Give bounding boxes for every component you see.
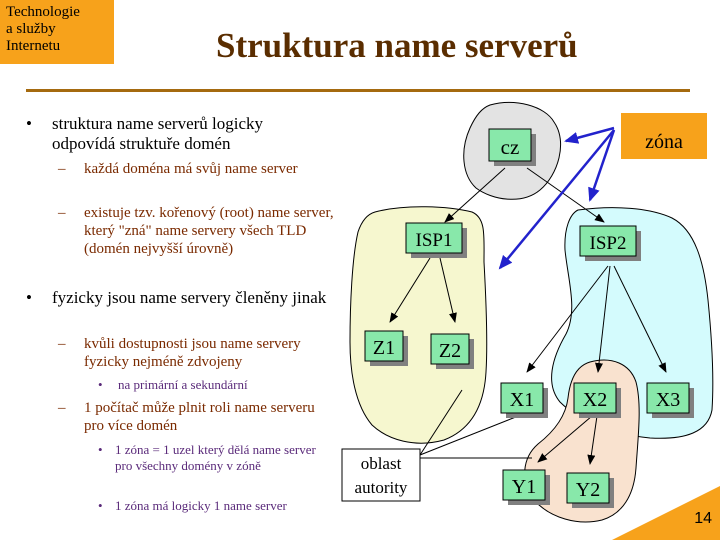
svg-text:X2: X2 — [583, 389, 607, 411]
svg-text:Y2: Y2 — [576, 479, 600, 501]
node-y2: Y2 — [566, 472, 614, 508]
svg-text:zóna: zóna — [645, 131, 683, 153]
page-number: 14 — [694, 510, 712, 527]
node-x1: X1 — [500, 382, 548, 418]
node-z1: Z1 — [364, 330, 408, 366]
name-server-zone-diagram: cz ISP1 ISP2 Z1 Z2 X1 X2 X3 Y1 Y2 zóna o… — [341, 101, 720, 540]
svg-text:Y1: Y1 — [512, 476, 536, 498]
svg-text:ISP1: ISP1 — [416, 230, 453, 251]
node-z2: Z2 — [430, 333, 474, 369]
node-isp1: ISP1 — [405, 222, 467, 258]
zone-pointer-isp2 — [588, 129, 616, 202]
svg-text:autority: autority — [355, 478, 408, 497]
zone-label: zóna — [621, 113, 707, 159]
node-x2: X2 — [573, 382, 621, 418]
svg-text:ISP2: ISP2 — [590, 233, 627, 254]
svg-text:Z2: Z2 — [439, 340, 461, 362]
node-x3: X3 — [646, 382, 694, 418]
svg-text:oblast: oblast — [361, 454, 402, 473]
authority-label: oblast autority — [341, 448, 421, 502]
svg-text:X1: X1 — [510, 389, 534, 411]
node-y1: Y1 — [502, 469, 550, 505]
svg-text:cz: cz — [501, 135, 520, 159]
node-cz: cz — [488, 128, 536, 166]
svg-text:Z1: Z1 — [373, 337, 395, 359]
node-isp2: ISP2 — [579, 225, 641, 261]
svg-text:X3: X3 — [656, 389, 680, 411]
